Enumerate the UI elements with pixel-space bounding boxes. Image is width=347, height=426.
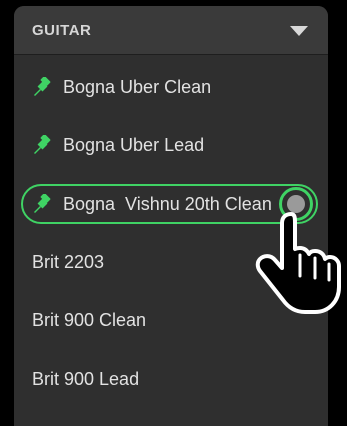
- list-item-label: Brit 900 Clean: [32, 310, 147, 330]
- list-item-label: Brit 2203: [32, 252, 105, 272]
- hand-pointer-icon: [255, 212, 341, 314]
- dropdown-title: GUITAR: [32, 22, 92, 39]
- chevron-down-icon[interactable]: [290, 26, 308, 36]
- list-item-label: Bogna Vishnu 20th Clean: [63, 194, 272, 214]
- pin-icon[interactable]: [32, 135, 52, 155]
- pin-icon[interactable]: [32, 77, 52, 97]
- list-item-brit-900-lead[interactable]: Brit 900 Lead: [14, 357, 328, 401]
- list-item-label: Brit 900 Lead: [32, 369, 140, 389]
- list-item-label: Bogna Uber Clean: [63, 77, 212, 97]
- pin-icon[interactable]: [32, 194, 52, 214]
- dropdown-header[interactable]: GUITAR: [14, 6, 328, 55]
- list-item-label: Bogna Uber Lead: [63, 135, 205, 155]
- list-item-bogna-uber-clean[interactable]: Bogna Uber Clean: [14, 65, 328, 109]
- list-item-bogna-uber-lead[interactable]: Bogna Uber Lead: [14, 123, 328, 167]
